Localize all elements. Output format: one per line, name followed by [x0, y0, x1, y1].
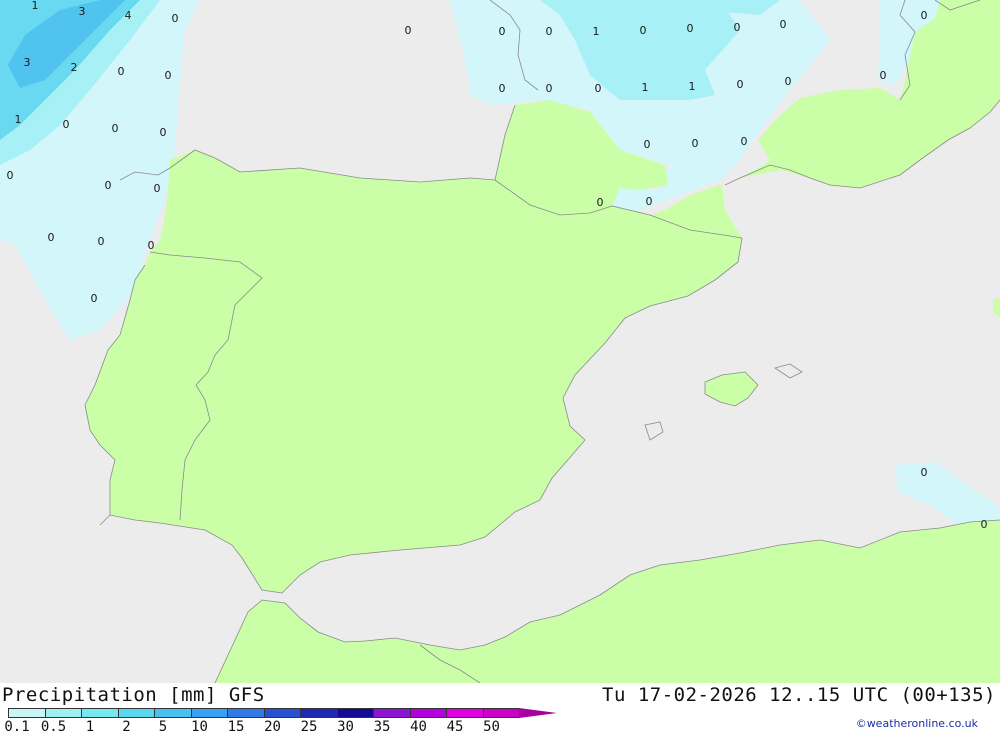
forecast-datetime: Tu 17-02-2026 12..15 UTC (00+135)	[602, 684, 996, 706]
precip-value: 4	[125, 9, 132, 22]
precip-value: 0	[148, 239, 155, 252]
map-title: Precipitation [mm] GFS	[2, 684, 265, 706]
legend-swatch	[373, 708, 410, 718]
legend-swatch	[44, 708, 81, 718]
legend-swatch	[81, 708, 118, 718]
legend-swatch	[227, 708, 264, 718]
precip-value: 1	[689, 80, 696, 93]
precip-value: 0	[597, 196, 604, 209]
precip-value: 0	[546, 82, 553, 95]
precip-value: 0	[780, 18, 787, 31]
precip-value: 0	[165, 69, 172, 82]
source-credit[interactable]: ©weatheronline.co.uk	[856, 717, 978, 730]
precipitation-map: 1 3 4 0 3 2 0 0 1 0 0 0 0 0 0 0 0 0 0 0 …	[0, 0, 1000, 683]
precip-value: 1	[593, 25, 600, 38]
precip-value: 1	[642, 81, 649, 94]
precip-value: 0	[921, 9, 928, 22]
precip-value: 0	[880, 69, 887, 82]
precip-value: 0	[112, 122, 119, 135]
precip-value: 0	[172, 12, 179, 25]
precip-value: 0	[687, 22, 694, 35]
precip-value: 0	[644, 138, 651, 151]
precip-value: 0	[499, 25, 506, 38]
precip-value: 2	[71, 61, 78, 74]
precip-value: 0	[785, 75, 792, 88]
precip-value: 0	[546, 25, 553, 38]
legend-swatch	[409, 708, 446, 718]
legend-swatch	[117, 708, 154, 718]
legend-swatch	[446, 708, 483, 718]
precip-value: 0	[692, 137, 699, 150]
precip-value: 0	[98, 235, 105, 248]
precip-value: 0	[160, 126, 167, 139]
precip-value: 0	[405, 24, 412, 37]
precip-value: 0	[734, 21, 741, 34]
precip-value: 0	[499, 82, 506, 95]
precip-value: 0	[921, 466, 928, 479]
precip-value: 0	[737, 78, 744, 91]
precip-value: 0	[7, 169, 14, 182]
precip-value: 0	[118, 65, 125, 78]
legend-swatch	[336, 708, 373, 718]
precip-value: 3	[79, 5, 86, 18]
legend-swatch	[263, 708, 300, 718]
legend-swatch	[482, 708, 519, 718]
legend-arrow	[519, 708, 557, 718]
precip-value: 0	[981, 518, 988, 531]
legend-swatch	[190, 708, 227, 718]
precip-value: 3	[24, 56, 31, 69]
precip-value: 0	[105, 179, 112, 192]
legend-swatch	[8, 708, 45, 718]
legend-swatch	[300, 708, 337, 718]
precip-value: 0	[91, 292, 98, 305]
map-footer: Precipitation [mm] GFS Tu 17-02-2026 12.…	[0, 683, 1000, 735]
precip-value: 0	[640, 24, 647, 37]
precip-value: 0	[646, 195, 653, 208]
legend-swatch	[154, 708, 191, 718]
precip-value: 0	[63, 118, 70, 131]
precip-value: 1	[32, 0, 39, 12]
precip-value: 0	[154, 182, 161, 195]
precip-value: 0	[48, 231, 55, 244]
precip-legend-scale	[8, 708, 557, 718]
precip-value: 1	[15, 113, 22, 126]
precip-value: 0	[595, 82, 602, 95]
precip-value: 0	[741, 135, 748, 148]
